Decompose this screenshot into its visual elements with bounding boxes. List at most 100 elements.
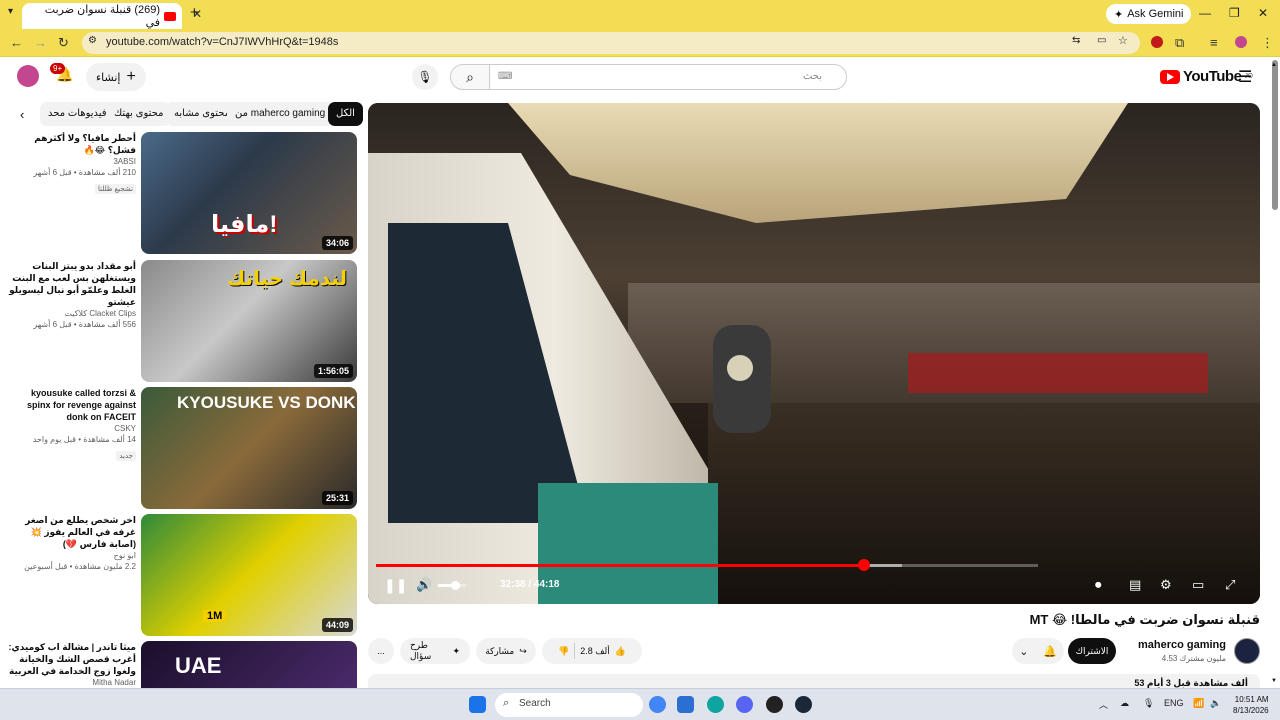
volume-slider[interactable] xyxy=(438,581,466,590)
rec-title[interactable]: أحطر مافيا؟ ولا أكثرهم فشل؟ 😂🔥 xyxy=(8,132,136,156)
scroll-up-icon[interactable]: ▲ xyxy=(1271,62,1277,68)
cloud-icon[interactable]: ☁ xyxy=(1120,698,1129,709)
new-tab-icon[interactable]: + xyxy=(190,4,199,21)
rec-thumbnail[interactable]: مافيا! 34:06 xyxy=(141,132,357,254)
rec-channel[interactable]: 3ABSI xyxy=(8,156,136,167)
pause-icon[interactable]: ❚❚ xyxy=(384,577,407,594)
rec-channel[interactable]: ابو نوح xyxy=(8,550,136,561)
more-actions-button[interactable]: ... xyxy=(368,638,394,664)
recommendation-item[interactable]: أبو مقداد بدو يبتز البنات ويستغلهن بس لع… xyxy=(8,260,358,382)
rec-thumb-text: مافيا! xyxy=(211,211,278,238)
forward-icon[interactable]: → xyxy=(34,35,47,50)
chips-scroll-left-icon[interactable]: ‹ xyxy=(20,107,24,122)
channel-name[interactable]: maherco gaming xyxy=(1138,639,1226,651)
search-input[interactable]: بحث ⌨ xyxy=(489,64,847,90)
rec-title[interactable]: ميثا تاندر | مشالة اب كوميدي: أغرب قصص ا… xyxy=(8,641,136,677)
rec-title[interactable]: أبو مقداد بدو يبتز البنات ويستغلهن بس لع… xyxy=(8,260,136,308)
steam-icon[interactable] xyxy=(795,696,812,713)
description-box[interactable]: 53 ألف مشاهدة قبل 3 أيام xyxy=(368,674,1260,688)
reload-icon[interactable]: ↻ xyxy=(58,35,69,51)
rec-thumbnail[interactable]: 1M 44:09 xyxy=(141,514,357,636)
recommendation-item[interactable]: ميثا تاندر | مشالة اب كوميدي: أغرب قصص ا… xyxy=(8,641,358,688)
autoplay-toggle-icon[interactable]: ⏺ xyxy=(1095,577,1102,593)
rec-meta: ميثا تاندر | مشالة اب كوميدي: أغرب قصص ا… xyxy=(8,641,136,688)
opera-extension-icon[interactable] xyxy=(1151,36,1163,48)
recommendation-item[interactable]: اخر شخص يطلع من اصغر غرفه في العالم يفوز… xyxy=(8,514,358,636)
taskbar-search[interactable]: ⌕ Search xyxy=(495,693,643,717)
rec-title[interactable]: اخر شخص يطلع من اصغر غرفه في العالم يفوز… xyxy=(8,514,136,550)
fullscreen-icon[interactable]: ⤢ xyxy=(1225,577,1235,593)
browser-tab[interactable]: (269) قنبلة نسوان ضربت في ✕ xyxy=(22,3,202,29)
volume-handle[interactable] xyxy=(450,581,460,590)
site-info-icon[interactable]: ⚙ xyxy=(88,35,97,46)
rec-thumbnail[interactable]: KYOUSUKE VS DONK 25:31 xyxy=(141,387,357,509)
rec-channel[interactable]: Clacket Clips كلاكيت xyxy=(8,308,136,319)
rec-channel[interactable]: Mitha Nadar xyxy=(8,677,136,688)
dislike-icon[interactable]: 👎 xyxy=(558,646,569,657)
search-button[interactable]: ⌕ xyxy=(450,64,490,90)
scroll-down-icon[interactable]: ▼ xyxy=(1271,678,1277,684)
video-title: قنبلة نسوان ضربت في مالطا! 😂 MT xyxy=(1029,612,1260,627)
settings-gear-icon[interactable]: ⚙ xyxy=(1160,577,1172,593)
chip-all[interactable]: الكل xyxy=(328,102,363,126)
guide-menu-icon[interactable]: ☰ xyxy=(1238,67,1252,87)
wifi-icon[interactable]: 📶 xyxy=(1193,698,1204,709)
edge-icon[interactable] xyxy=(707,696,724,713)
cast-icon[interactable]: ▭ xyxy=(1097,35,1106,46)
youtube-play-icon xyxy=(1160,69,1180,84)
recommendation-item[interactable]: أحطر مافيا؟ ولا أكثرهم فشل؟ 😂🔥 3ABSI 210… xyxy=(8,132,358,254)
browser-menu-icon[interactable]: ⋮ xyxy=(1261,35,1274,51)
subtitles-icon[interactable]: ▤ xyxy=(1129,577,1141,593)
account-avatar[interactable] xyxy=(17,65,39,87)
create-button[interactable]: إنشاء + xyxy=(86,63,146,91)
share-icon: ↪ xyxy=(519,645,527,656)
back-icon[interactable]: ← xyxy=(10,35,23,50)
rec-channel[interactable]: CSKY xyxy=(8,423,136,434)
rec-title[interactable]: kyousuke called torzsi & spinx for reven… xyxy=(8,387,136,423)
restore-icon[interactable]: ❐ xyxy=(1229,6,1240,20)
mic-tray-icon[interactable]: 🎙 xyxy=(1143,698,1154,709)
url-field[interactable]: ⚙ youtube.com/watch?v=CnJ7IWVhHrQ&t=1948… xyxy=(82,32,1140,54)
subscribe-button[interactable]: الاشتراك xyxy=(1068,638,1116,664)
address-toolbar: ← → ↻ ⚙ youtube.com/watch?v=CnJ7IWVhHrQ&… xyxy=(0,29,1280,57)
progress-bar[interactable] xyxy=(376,559,1038,571)
translate-icon[interactable]: ⇆ xyxy=(1072,35,1080,46)
recommendation-item[interactable]: kyousuke called torzsi & spinx for reven… xyxy=(8,387,358,509)
extensions-icon[interactable]: ⧉ xyxy=(1175,35,1184,51)
likes-count[interactable]: 2.8 ألف xyxy=(580,646,610,657)
chip-from-channel[interactable]: من maherco gaming xyxy=(227,102,334,126)
chip-fun[interactable]: محتوى بهتك xyxy=(106,102,172,126)
profile-avatar-icon[interactable] xyxy=(1235,36,1247,48)
keyboard-icon[interactable]: ⌨ xyxy=(498,71,512,82)
notification-preferences-button[interactable]: ⌄ 🔔 xyxy=(1012,638,1064,664)
bookmark-star-icon[interactable]: ☆ xyxy=(1118,34,1128,47)
scrubber-handle[interactable] xyxy=(857,559,870,571)
channel-avatar[interactable] xyxy=(1234,638,1260,664)
tray-chevron-icon[interactable]: ︿ xyxy=(1099,698,1108,711)
time-display: 32:38 / 44:18 xyxy=(500,579,560,590)
ask-gemini-button[interactable]: ✦ Ask Gemini xyxy=(1106,4,1192,24)
share-button[interactable]: مشاركة ↪ xyxy=(476,638,536,664)
close-window-icon[interactable]: ✕ xyxy=(1258,6,1268,20)
media-controls-icon[interactable]: ≡ xyxy=(1210,35,1218,50)
app-icon[interactable] xyxy=(766,696,783,713)
clock[interactable]: 10:51 AM 8/13/2026 xyxy=(1233,694,1269,716)
tab-list-icon[interactable]: ▾ xyxy=(8,6,13,17)
volume-icon[interactable]: 🔊 xyxy=(416,577,432,593)
voice-search-icon[interactable]: 🎙 xyxy=(412,64,438,90)
page-scrollbar[interactable] xyxy=(1272,60,1278,210)
minimize-icon[interactable]: — xyxy=(1199,6,1211,20)
start-icon[interactable] xyxy=(469,696,486,713)
chrome-icon[interactable] xyxy=(649,696,666,713)
like-icon[interactable]: 👍 xyxy=(615,646,626,657)
discord-icon[interactable] xyxy=(736,696,753,713)
rec-thumbnail[interactable]: UAE xyxy=(141,641,357,688)
theater-mode-icon[interactable]: ▭ xyxy=(1192,577,1204,593)
rec-thumbnail[interactable]: لندمك حياتك 1:56:05 xyxy=(141,260,357,382)
speaker-icon[interactable]: 🔈 xyxy=(1210,698,1221,709)
store-icon[interactable] xyxy=(677,696,694,713)
description-meta: 53 ألف مشاهدة قبل 3 أيام xyxy=(1134,678,1248,688)
language-indicator[interactable]: ENG xyxy=(1164,698,1184,708)
ask-button[interactable]: طرح سؤال ✦ xyxy=(400,638,470,664)
video-player[interactable]: ❚❚ 🔊 32:38 / 44:18 ⏺ ▤ ⚙ ▭ ⤢ xyxy=(368,103,1260,604)
